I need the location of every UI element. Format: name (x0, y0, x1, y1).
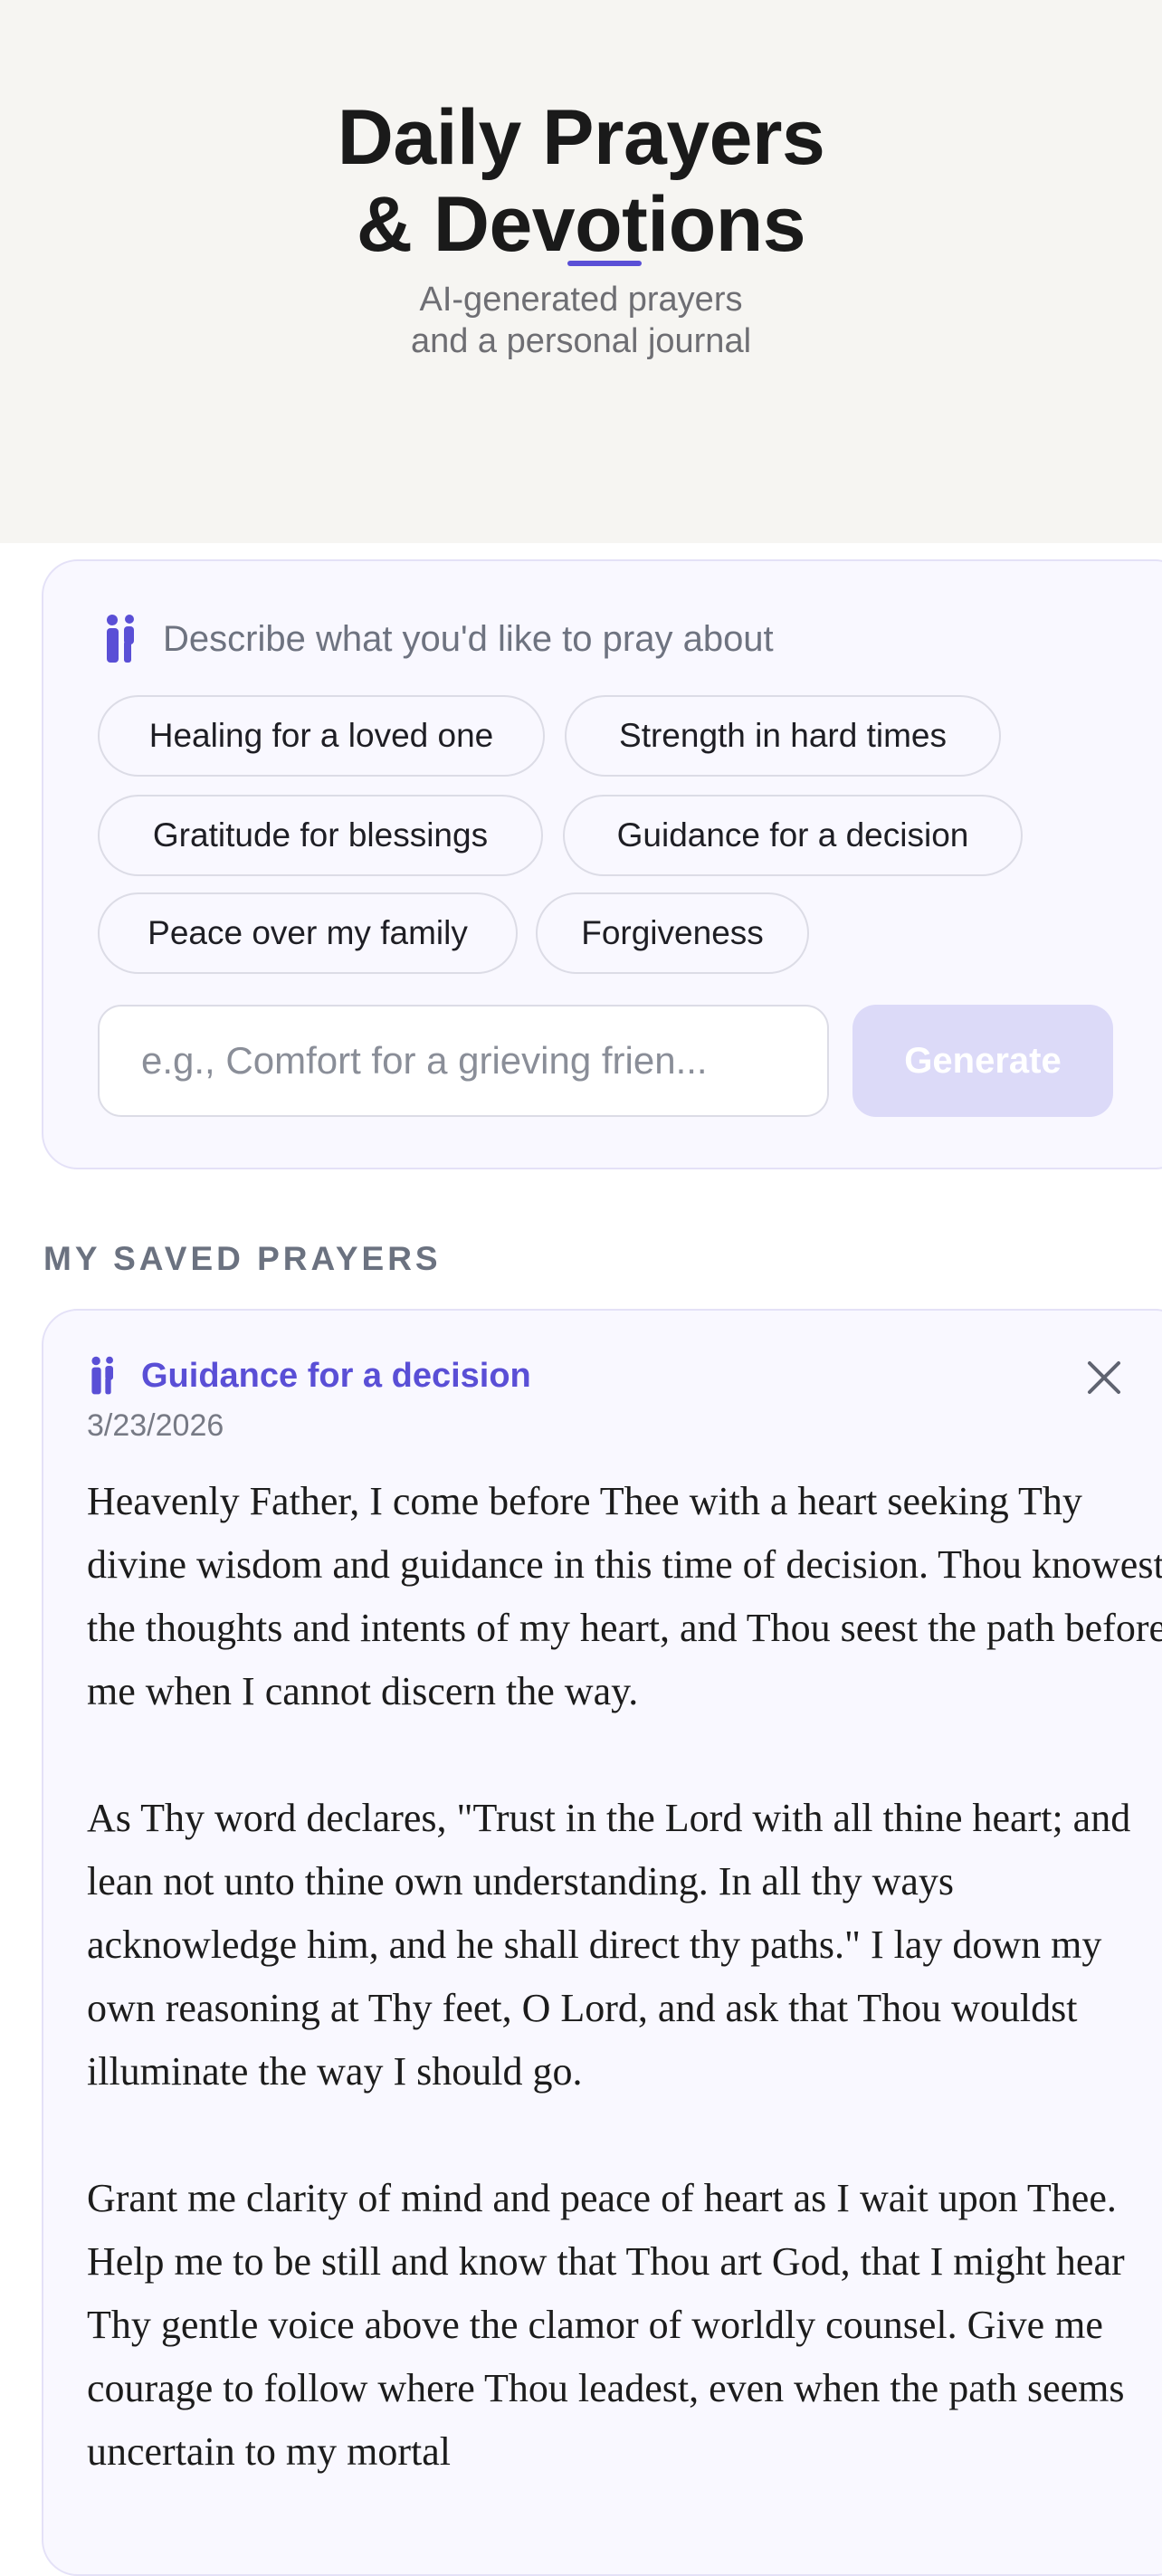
saved-prayer-date: 3/23/2026 (87, 1408, 224, 1443)
prayer-paragraph: As Thy word declares, "Trust in the Lord… (87, 1796, 1131, 2094)
saved-prayer-header: Guidance for a decision (89, 1354, 531, 1398)
title-accent-underline (567, 261, 642, 266)
composer-label: Describe what you'd like to pray about (163, 618, 774, 659)
page-subtitle-line1: AI-generated prayers (419, 281, 743, 319)
saved-prayers-heading: MY SAVED PRAYERS (43, 1240, 442, 1277)
suggestion-chip[interactable]: Healing for a loved one (98, 695, 545, 777)
suggestion-chip[interactable]: Strength in hard times (565, 695, 1001, 777)
hero-header: Daily Prayers & Devotions AI-generated p… (0, 0, 1162, 543)
page-title: Daily Prayers & Devotions (0, 94, 1162, 268)
praying-person-icon (103, 614, 139, 664)
prayer-paragraph: Heavenly Father, I come before Thee with… (87, 1479, 1162, 1713)
saved-prayer-card: Guidance for a decision 3/23/2026 Heaven… (42, 1309, 1162, 2576)
saved-prayer-title: Guidance for a decision (141, 1356, 531, 1395)
composer-header: Describe what you'd like to pray about (103, 612, 774, 666)
generate-button[interactable]: Generate (852, 1005, 1113, 1117)
praying-person-icon (89, 1356, 118, 1396)
prayer-topic-input[interactable]: e.g., Comfort for a grieving frien... (98, 1005, 829, 1117)
page-title-line2: & Devotions (356, 181, 806, 268)
suggestion-chip[interactable]: Peace over my family (98, 892, 518, 974)
prayer-composer-card: Describe what you'd like to pray about H… (42, 559, 1162, 1169)
close-icon[interactable] (1084, 1358, 1124, 1398)
prayer-text: Heavenly Father, I come before Thee with… (87, 1470, 1162, 2547)
prayer-paragraph: Grant me clarity of mind and peace of he… (87, 2176, 1125, 2474)
suggestion-chip[interactable]: Gratitude for blessings (98, 795, 543, 876)
page-title-line1: Daily Prayers (337, 94, 825, 181)
suggestion-chip[interactable]: Guidance for a decision (563, 795, 1023, 876)
suggestion-chip[interactable]: Forgiveness (536, 892, 809, 974)
page-subtitle-line2: and a personal journal (410, 322, 752, 360)
page-subtitle: AI-generated prayers and a personal jour… (0, 279, 1162, 362)
